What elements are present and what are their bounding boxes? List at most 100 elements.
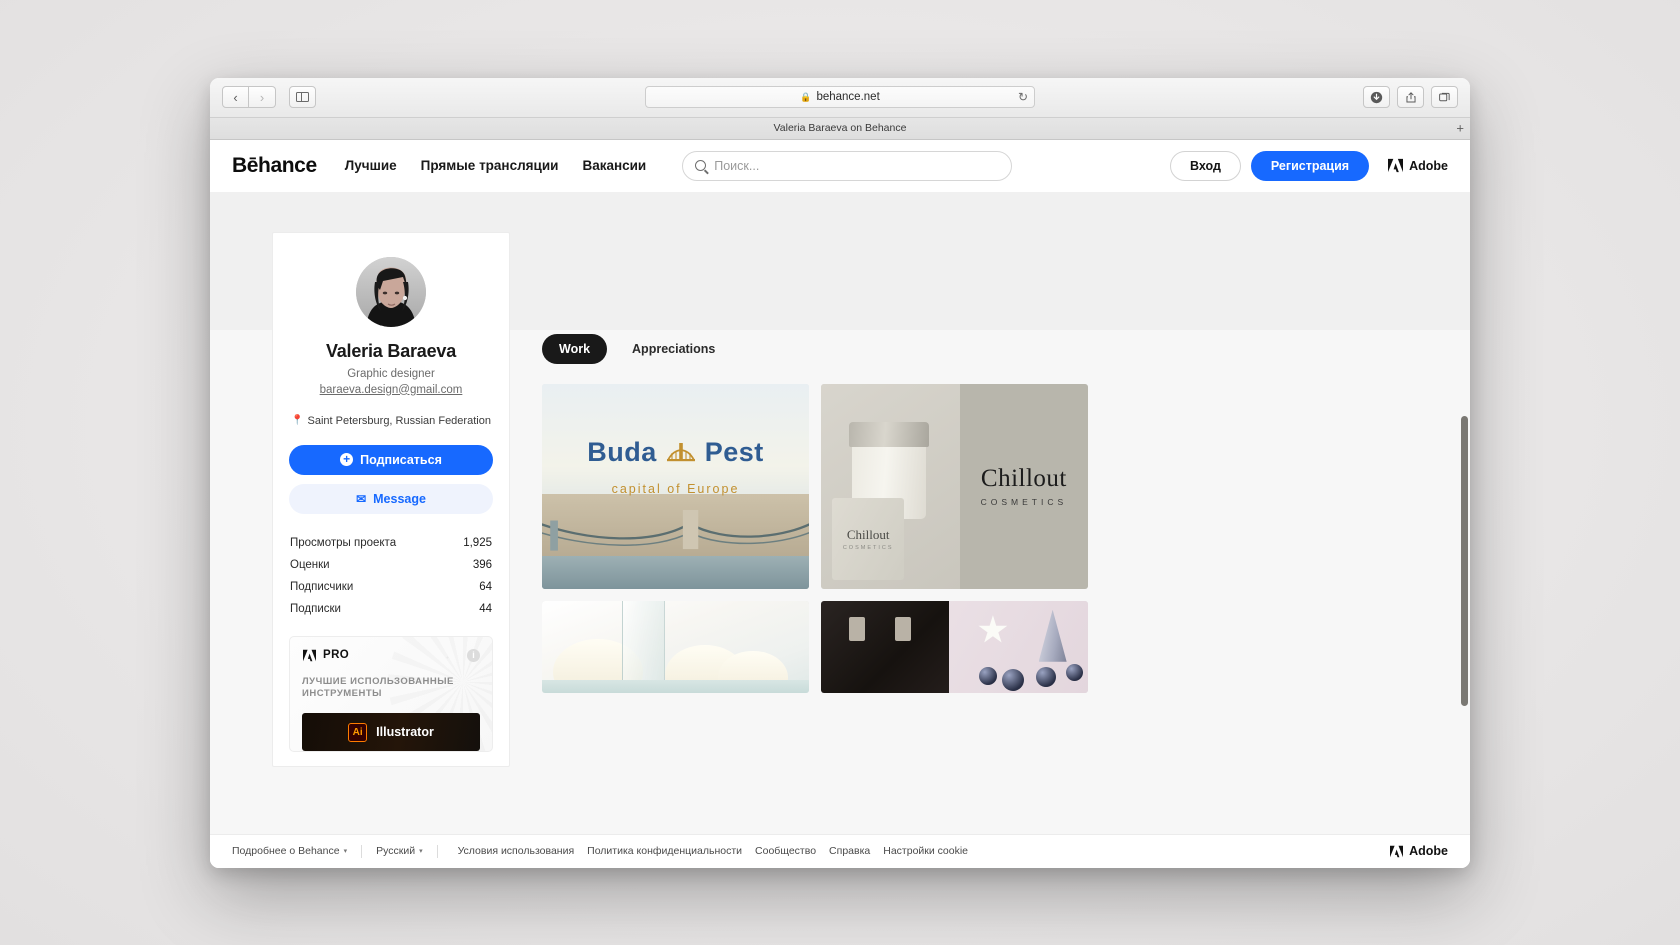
tool-tile-illustrator[interactable]: Ai Illustrator xyxy=(302,713,480,752)
nav-link-livestreams[interactable]: Прямые трансляции xyxy=(421,158,559,173)
navbar-actions: Вход Регистрация Adobe xyxy=(1169,150,1448,181)
profile-page: Valeria Baraeva Graphic designer baraeva… xyxy=(210,191,1470,868)
product-mockup: Chillout COSMETICS xyxy=(821,383,960,589)
forward-button[interactable]: › xyxy=(249,86,276,108)
project-card-christmas[interactable] xyxy=(821,600,1088,693)
follow-button[interactable]: + Подписаться xyxy=(289,444,493,475)
works-tabs: Work Appreciations xyxy=(542,333,1458,364)
profile-email-link[interactable]: baraeva.design@gmail.com xyxy=(320,384,463,396)
project-card-chillout[interactable]: Chillout COSMETICS Chillout COSMETICS xyxy=(821,383,1088,589)
follow-button-label: Подписаться xyxy=(360,452,442,467)
footer-adobe-label: Adobe xyxy=(1409,844,1448,858)
signup-button[interactable]: Регистрация xyxy=(1250,150,1370,181)
footer-divider xyxy=(361,844,363,858)
footer-language-dropdown[interactable]: Русский ▾ xyxy=(376,845,422,857)
stat-value: 396 xyxy=(472,558,492,571)
profile-card: Valeria Baraeva Graphic designer baraeva… xyxy=(272,231,510,768)
sidebar-toggle-button[interactable] xyxy=(289,86,316,108)
footer-about-dropdown[interactable]: Подробнее о Behance ▾ xyxy=(232,845,347,857)
downloads-button[interactable] xyxy=(1363,86,1390,108)
case-latch xyxy=(849,617,865,641)
footer-link-cookies[interactable]: Настройки cookie xyxy=(883,845,968,857)
page-footer: Подробнее о Behance ▾ Русский ▾ Условия … xyxy=(210,833,1470,868)
url-text: behance.net xyxy=(816,91,880,103)
project-thumbnail: Chillout COSMETICS Chillout COSMETICS xyxy=(821,383,1088,589)
brand-name: Chillout xyxy=(980,465,1067,492)
toolbar-right-buttons xyxy=(1363,86,1458,108)
adobe-logo-icon xyxy=(1388,158,1404,173)
back-button[interactable]: ‹ xyxy=(222,86,249,108)
chevron-right-icon: › xyxy=(259,89,265,105)
share-icon xyxy=(1405,91,1416,102)
adobe-label: Adobe xyxy=(1409,158,1448,173)
plus-circle-icon: + xyxy=(340,453,354,466)
cone-ornament xyxy=(1038,609,1067,662)
project-subtitle: capital of Europe xyxy=(611,481,740,496)
project-title-part2: Pest xyxy=(704,436,764,467)
nav-buttons: ‹ › xyxy=(222,86,276,108)
adobe-logo-icon xyxy=(303,649,316,661)
works-section: Work Appreciations Buda Pest capital of … xyxy=(542,333,1458,693)
search-box[interactable] xyxy=(682,150,1013,181)
table-surface xyxy=(542,679,809,693)
project-title: Buda Pest xyxy=(542,437,809,468)
stat-row: Оценки 396 xyxy=(289,554,493,576)
footer-adobe-logo[interactable]: Adobe xyxy=(1389,844,1448,858)
footer-links: Условия использования Политика конфиденц… xyxy=(458,845,968,857)
new-tab-button[interactable]: + xyxy=(1456,122,1464,135)
nav-link-jobs[interactable]: Вакансии xyxy=(582,158,646,173)
behance-logo[interactable]: Bēhance xyxy=(232,154,317,178)
tab-appreciations[interactable]: Appreciations xyxy=(615,334,732,364)
stat-label: Просмотры проекта xyxy=(290,536,397,549)
pro-card-header: PRO i xyxy=(302,648,480,662)
page-scrollbar[interactable] xyxy=(1461,248,1468,830)
tool-name: Illustrator xyxy=(376,725,434,740)
login-button[interactable]: Вход xyxy=(1169,150,1241,181)
project-title-part1: Buda xyxy=(587,436,657,467)
chevron-down-icon: ▾ xyxy=(419,848,423,855)
ball-ornament xyxy=(979,667,998,686)
project-card-dessert[interactable] xyxy=(542,600,809,693)
pro-tools-card: PRO i ЛУЧШИЕ ИСПОЛЬЗОВАННЫЕ ИНСТРУМЕНТЫ … xyxy=(289,635,493,753)
reload-icon[interactable]: ↻ xyxy=(1018,90,1028,104)
stat-label: Подписчики xyxy=(290,580,354,593)
projects-grid: Buda Pest capital of Europe Chillout COS… xyxy=(542,383,1088,693)
illustrator-icon: Ai xyxy=(348,722,368,742)
profile-role: Graphic designer xyxy=(347,367,435,380)
project-card-budapest[interactable]: Buda Pest capital of Europe xyxy=(542,383,809,589)
stat-row: Просмотры проекта 1,925 xyxy=(289,532,493,554)
nav-link-best[interactable]: Лучшие xyxy=(345,158,397,173)
footer-language-label: Русский xyxy=(376,845,416,857)
map-pin-icon: 📍 xyxy=(291,415,304,426)
ball-ornament xyxy=(1065,664,1083,682)
footer-link-help[interactable]: Справка xyxy=(829,845,870,857)
brand-panel: Chillout COSMETICS xyxy=(959,383,1088,589)
scrollbar-thumb[interactable] xyxy=(1461,415,1468,706)
stat-value: 44 xyxy=(479,602,492,615)
tab-work[interactable]: Work xyxy=(542,333,608,364)
product-box: Chillout COSMETICS xyxy=(832,498,905,581)
project-thumbnail: Buda Pest capital of Europe xyxy=(542,383,809,589)
profile-avatar[interactable] xyxy=(356,256,426,327)
footer-link-terms[interactable]: Условия использования xyxy=(458,845,575,857)
share-button[interactable] xyxy=(1397,86,1424,108)
river-layer xyxy=(542,555,809,589)
info-icon[interactable]: i xyxy=(467,648,480,662)
message-button[interactable]: ✉ Message xyxy=(289,483,493,514)
browser-window: ‹ › 🔒 behance.net ↻ Valeria Baraeva on B… xyxy=(210,77,1470,868)
downloads-icon xyxy=(1370,91,1383,103)
adobe-logo[interactable]: Adobe xyxy=(1387,158,1448,173)
search-input[interactable] xyxy=(714,158,1000,173)
tabs-overview-button[interactable] xyxy=(1431,86,1458,108)
dark-case xyxy=(821,600,950,693)
active-tab-title[interactable]: Valeria Baraeva on Behance xyxy=(774,122,907,134)
project-thumbnail xyxy=(542,600,809,693)
avatar-portrait-icon xyxy=(356,256,426,327)
pro-card-heading: ЛУЧШИЕ ИСПОЛЬЗОВАННЫЕ ИНСТРУМЕНТЫ xyxy=(302,675,454,700)
tab-bar: Valeria Baraeva on Behance + xyxy=(210,117,1470,140)
lock-icon: 🔒 xyxy=(800,91,812,102)
box-brand: Chillout xyxy=(846,527,890,543)
address-bar[interactable]: 🔒 behance.net ↻ xyxy=(645,86,1035,108)
footer-link-community[interactable]: Сообщество xyxy=(755,845,816,857)
footer-link-privacy[interactable]: Политика конфиденциальности xyxy=(587,845,742,857)
